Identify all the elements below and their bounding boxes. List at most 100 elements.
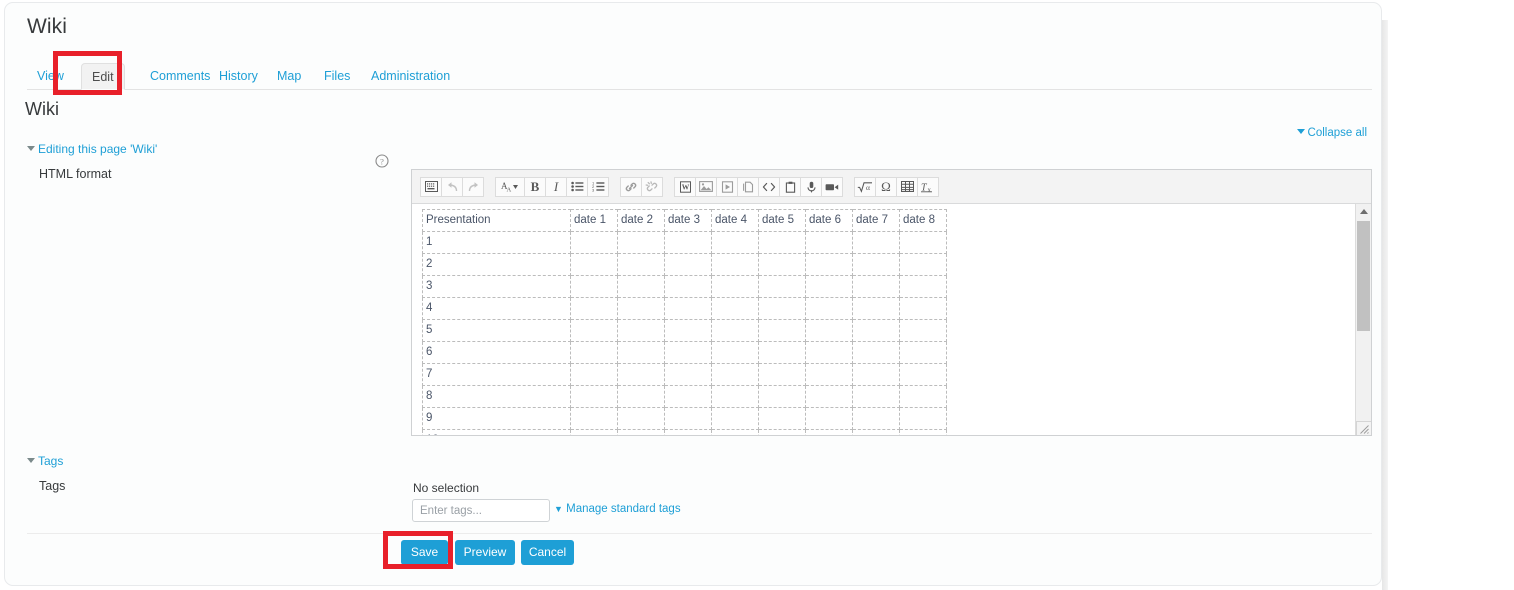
table-cell[interactable]: 4 [422, 297, 571, 320]
table-cell[interactable] [805, 297, 853, 320]
table-cell[interactable] [711, 319, 759, 342]
font-style-icon[interactable]: A A [495, 176, 525, 197]
table-cell[interactable] [570, 319, 618, 342]
table-cell[interactable] [758, 407, 806, 430]
table-cell[interactable] [617, 231, 665, 254]
tab-map[interactable]: Map [267, 63, 311, 90]
table-cell[interactable] [664, 275, 712, 298]
table-cell[interactable] [617, 319, 665, 342]
table-cell[interactable] [570, 297, 618, 320]
table-cell[interactable]: date 3 [664, 209, 712, 232]
word-file-icon[interactable]: W [674, 176, 696, 197]
editing-section-header[interactable]: Editing this page 'Wiki' [27, 142, 157, 156]
bold-icon[interactable]: B [524, 176, 546, 197]
preview-button[interactable]: Preview [455, 540, 515, 565]
table-cell[interactable] [664, 253, 712, 276]
table-cell[interactable] [711, 231, 759, 254]
table-cell[interactable] [664, 297, 712, 320]
table-cell[interactable] [758, 363, 806, 386]
table-cell[interactable] [805, 275, 853, 298]
table-cell[interactable] [899, 275, 947, 298]
microphone-icon[interactable] [800, 176, 822, 197]
table-cell[interactable] [899, 385, 947, 408]
table-grid-icon[interactable] [896, 176, 918, 197]
table-cell[interactable] [617, 275, 665, 298]
collapse-all-link[interactable]: Collapse all [1296, 127, 1367, 139]
table-cell[interactable] [758, 341, 806, 364]
table-cell[interactable] [758, 385, 806, 408]
manage-standard-tags-link[interactable]: ▼ Manage standard tags [554, 503, 681, 515]
table-cell[interactable] [805, 319, 853, 342]
table-cell[interactable] [711, 429, 759, 435]
tags-input[interactable] [412, 499, 550, 522]
table-cell[interactable] [899, 407, 947, 430]
table-cell[interactable] [899, 231, 947, 254]
cancel-button[interactable]: Cancel [521, 540, 574, 565]
table-cell[interactable]: 10 [422, 429, 571, 435]
table-cell[interactable] [664, 231, 712, 254]
table-cell[interactable] [852, 341, 900, 364]
table-cell[interactable] [711, 363, 759, 386]
table-cell[interactable] [758, 231, 806, 254]
table-cell[interactable] [899, 429, 947, 435]
bullet-list-icon[interactable] [566, 176, 588, 197]
table-cell[interactable] [570, 341, 618, 364]
table-cell[interactable] [899, 341, 947, 364]
table-cell[interactable] [617, 363, 665, 386]
editor-scrollbar[interactable] [1355, 204, 1371, 435]
table-cell[interactable] [617, 385, 665, 408]
image-icon[interactable] [695, 176, 717, 197]
table-cell[interactable] [852, 297, 900, 320]
table-cell[interactable]: 3 [422, 275, 571, 298]
table-cell[interactable] [664, 319, 712, 342]
scrollbar-thumb[interactable] [1357, 221, 1370, 331]
table-cell[interactable] [711, 385, 759, 408]
page-copy-icon[interactable] [737, 176, 759, 197]
help-circle-icon[interactable]: ? [375, 154, 389, 168]
table-cell[interactable] [711, 275, 759, 298]
table-cell[interactable] [711, 297, 759, 320]
table-cell[interactable] [899, 363, 947, 386]
table-cell[interactable] [852, 231, 900, 254]
table-cell[interactable] [852, 385, 900, 408]
table-cell[interactable]: 8 [422, 385, 571, 408]
table-cell[interactable] [852, 363, 900, 386]
table-cell[interactable] [805, 363, 853, 386]
table-cell[interactable] [758, 297, 806, 320]
save-button[interactable]: Save [401, 540, 448, 565]
table-cell[interactable]: date 6 [805, 209, 853, 232]
video-camera-icon[interactable] [821, 176, 843, 197]
undo-arrow-icon[interactable] [441, 176, 463, 197]
table-cell[interactable] [899, 253, 947, 276]
table-cell[interactable] [805, 385, 853, 408]
table-cell[interactable]: Presentation [422, 209, 571, 232]
scroll-up-arrow-icon[interactable] [1356, 204, 1371, 219]
table-cell[interactable]: 5 [422, 319, 571, 342]
table-cell[interactable] [805, 231, 853, 254]
table-cell[interactable]: date 4 [711, 209, 759, 232]
tab-administration[interactable]: Administration [361, 63, 460, 90]
table-cell[interactable] [758, 253, 806, 276]
editor-content-area[interactable]: Presentation date 1 date 2 date 3 date 4… [412, 204, 1371, 435]
tab-edit[interactable]: Edit [81, 63, 125, 90]
table-cell[interactable] [570, 275, 618, 298]
table-cell[interactable] [570, 429, 618, 435]
table-cell[interactable] [899, 297, 947, 320]
table-cell[interactable] [852, 429, 900, 435]
table-cell[interactable] [664, 429, 712, 435]
table-cell[interactable]: 9 [422, 407, 571, 430]
table-cell[interactable] [852, 253, 900, 276]
table-cell[interactable] [805, 429, 853, 435]
table-cell[interactable] [664, 407, 712, 430]
omega-icon[interactable]: Ω [875, 176, 897, 197]
table-cell[interactable] [711, 341, 759, 364]
table-cell[interactable] [758, 275, 806, 298]
table-cell[interactable] [711, 407, 759, 430]
broken-link-icon[interactable] [641, 176, 663, 197]
sqrt-icon[interactable]: α [854, 176, 876, 197]
table-cell[interactable] [617, 341, 665, 364]
table-cell[interactable] [852, 407, 900, 430]
table-cell[interactable]: date 7 [852, 209, 900, 232]
table-cell[interactable]: date 2 [617, 209, 665, 232]
tab-history[interactable]: History [209, 63, 268, 90]
